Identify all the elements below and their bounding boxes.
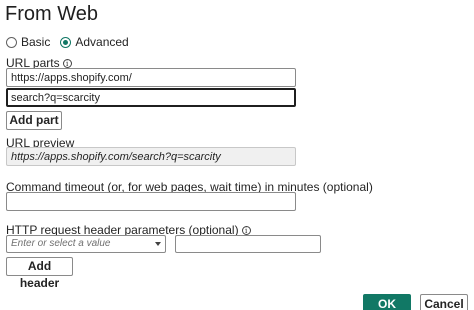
header-name-placeholder: Enter or select a value bbox=[11, 238, 111, 249]
advanced-radio[interactable]: Advanced bbox=[60, 35, 129, 49]
dialog-title: From Web bbox=[5, 3, 98, 25]
url-preview-field bbox=[6, 147, 296, 166]
url-part-1-input[interactable] bbox=[6, 68, 296, 87]
radio-checked-icon bbox=[60, 36, 72, 48]
add-part-button[interactable]: Add part bbox=[6, 111, 62, 130]
radio-unchecked-icon bbox=[6, 36, 17, 48]
advanced-radio-label: Advanced bbox=[75, 35, 129, 49]
header-value-input[interactable] bbox=[175, 235, 321, 253]
chevron-down-icon bbox=[155, 242, 161, 246]
from-web-dialog: From Web Basic Advanced URL partsi Add p… bbox=[0, 0, 474, 310]
cancel-button[interactable]: Cancel bbox=[420, 294, 468, 310]
info-icon[interactable]: i bbox=[241, 226, 251, 235]
info-icon[interactable]: i bbox=[62, 59, 72, 68]
command-timeout-input[interactable] bbox=[6, 192, 296, 211]
mode-radio-group: Basic Advanced bbox=[6, 35, 139, 49]
url-part-2-input[interactable] bbox=[6, 88, 296, 107]
ok-button[interactable]: OK bbox=[363, 294, 411, 310]
basic-radio[interactable]: Basic bbox=[6, 35, 50, 49]
basic-radio-label: Basic bbox=[21, 35, 51, 49]
header-name-select[interactable]: Enter or select a value bbox=[6, 235, 166, 253]
add-header-button[interactable]: Add header bbox=[6, 257, 73, 290]
